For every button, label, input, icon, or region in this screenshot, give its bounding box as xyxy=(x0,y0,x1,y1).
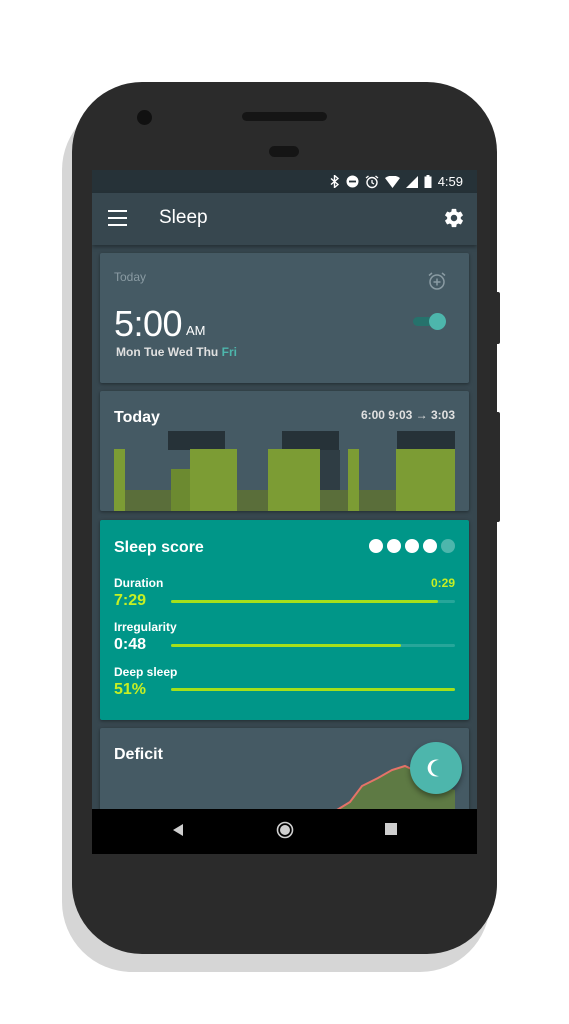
deep-sleep-bar-fill xyxy=(171,688,455,691)
alarm-day: Mon xyxy=(116,345,141,359)
alarm-add-icon[interactable] xyxy=(427,271,447,291)
earpiece-speaker xyxy=(242,112,327,121)
system-nav-bar xyxy=(92,809,477,854)
score-dot xyxy=(387,539,401,553)
sleep-score-card[interactable]: Sleep score Duration 0:29 7:29 Irregular… xyxy=(100,520,469,720)
sleep-bar xyxy=(190,449,237,511)
irregularity-bar-fill xyxy=(171,644,402,647)
alarm-day: Wed xyxy=(167,345,193,359)
irregularity-label: Irregularity xyxy=(114,620,177,634)
menu-icon[interactable] xyxy=(108,210,127,226)
power-button xyxy=(495,292,500,344)
alarm-label: Today xyxy=(114,270,147,284)
status-bar: 4:59 xyxy=(92,170,477,193)
awake-block xyxy=(397,431,455,450)
today-title: Today xyxy=(114,409,160,426)
sleep-fab-button[interactable] xyxy=(410,742,462,794)
volume-button xyxy=(495,412,500,522)
sleep-bar xyxy=(171,469,190,511)
alarm-icon xyxy=(365,174,379,188)
score-rating xyxy=(369,539,455,553)
score-title: Sleep score xyxy=(114,539,204,556)
gear-icon[interactable] xyxy=(443,207,465,229)
sleep-bar xyxy=(348,449,359,511)
deep-sleep-label: Deep sleep xyxy=(114,665,178,679)
awake-block xyxy=(282,431,339,450)
duration-value: 7:29 xyxy=(114,592,147,609)
duration-label: Duration xyxy=(114,576,164,590)
page-title: Sleep xyxy=(159,207,208,228)
toggle-thumb xyxy=(429,313,446,330)
sleep-bar xyxy=(114,449,125,511)
proximity-sensor xyxy=(269,146,299,157)
moon-icon xyxy=(427,759,439,777)
duration-bar xyxy=(171,600,455,603)
status-time: 4:59 xyxy=(437,174,463,189)
duration-side-value: 0:29 xyxy=(430,576,455,590)
alarm-time[interactable]: 5:00 xyxy=(114,303,183,345)
app-bar: Sleep xyxy=(92,193,477,245)
sleep-bar xyxy=(396,449,455,511)
sleep-bar xyxy=(268,449,320,511)
irregularity-bar xyxy=(171,644,455,647)
today-card[interactable]: Today 6:00 9:03 → 3:03 xyxy=(100,391,469,511)
alarm-toggle[interactable] xyxy=(413,313,446,330)
alarm-day: Tue xyxy=(144,345,165,359)
deep-sleep-bar xyxy=(171,688,455,691)
today-range: 6:00 9:03 → 3:03 xyxy=(360,408,455,422)
alarm-day: Thu xyxy=(196,345,219,359)
irregularity-value: 0:48 xyxy=(114,636,147,653)
home-icon[interactable] xyxy=(276,821,294,839)
score-dot-empty xyxy=(441,539,455,553)
screen: 4:59 Sleep Today 5:00 AM Mon Tue Wed Thu… xyxy=(92,170,477,854)
bluetooth-icon xyxy=(330,175,339,188)
alarm-day-active: Fri xyxy=(221,345,237,359)
deficit-title: Deficit xyxy=(114,746,163,763)
score-dot xyxy=(423,539,437,553)
duration-bar-fill xyxy=(171,600,438,603)
content-scroll[interactable]: Today 5:00 AM Mon Tue Wed Thu Fri Today xyxy=(92,245,477,828)
awake-block xyxy=(168,431,225,450)
score-dot xyxy=(405,539,419,553)
signal-icon xyxy=(405,175,418,188)
battery-icon xyxy=(424,175,432,188)
awake-block xyxy=(320,450,340,490)
score-dot xyxy=(369,539,383,553)
today-sleep-chart xyxy=(114,431,455,511)
alarm-card[interactable]: Today 5:00 AM Mon Tue Wed Thu Fri xyxy=(100,253,469,383)
wifi-icon xyxy=(384,175,400,188)
front-camera xyxy=(137,110,152,125)
alarm-days: Mon Tue Wed Thu Fri xyxy=(116,345,237,359)
back-icon[interactable] xyxy=(172,823,184,837)
recents-icon[interactable] xyxy=(385,823,397,835)
deep-sleep-value: 51% xyxy=(114,681,147,698)
alarm-ampm: AM xyxy=(186,323,206,338)
do-not-disturb-icon xyxy=(346,175,359,188)
